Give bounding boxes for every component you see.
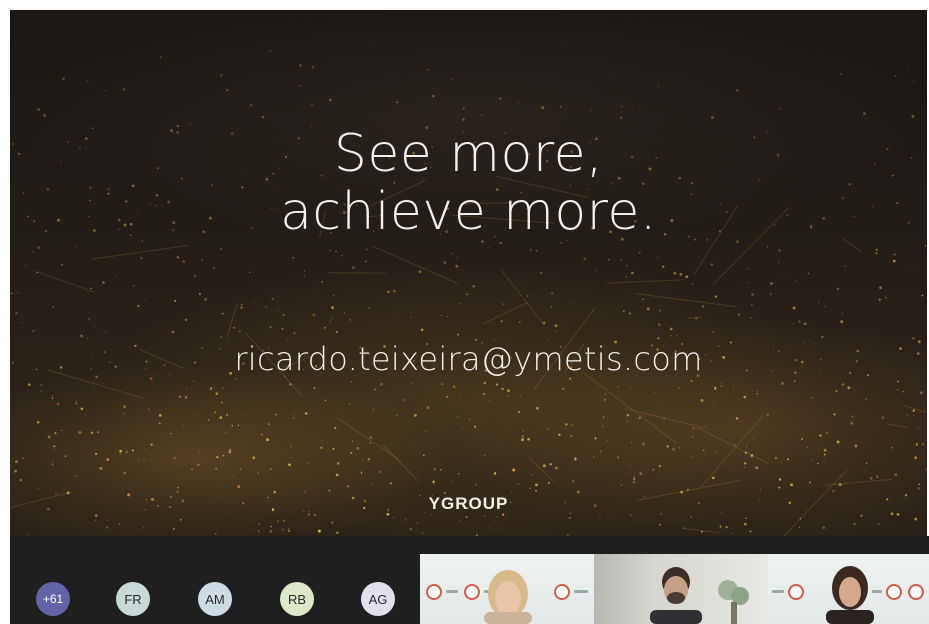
participant-avatar-rb[interactable]: RB (280, 582, 314, 616)
participant-video-person (650, 567, 702, 624)
participant-avatars: +61 FR AM RB AG (10, 536, 420, 624)
participant-avatar-fr[interactable]: FR (116, 582, 150, 616)
slide-headline: See more, achieve more. (10, 125, 927, 241)
video-tile[interactable] (420, 554, 594, 624)
headline-line-1: See more, (333, 124, 604, 184)
participant-avatar-ag[interactable]: AG (361, 582, 395, 616)
brand-logo: YGROUP (428, 494, 509, 513)
video-tile[interactable] (768, 554, 929, 624)
plant-decoration (718, 580, 749, 624)
more-participants-button[interactable]: +61 (36, 582, 70, 616)
contact-email: ricardo.teixeira@ymetis.com (234, 340, 703, 378)
city-night-background (10, 50, 927, 536)
shared-presentation-slide: See more, achieve more. ricardo.teixeira… (10, 10, 927, 536)
participant-video-person (484, 570, 532, 624)
participants-strip: +61 FR AM RB AG (10, 536, 929, 624)
video-tile[interactable] (594, 554, 768, 624)
participant-video-person (826, 566, 874, 624)
participant-avatar-am[interactable]: AM (198, 582, 232, 616)
headline-line-2: achieve more. (280, 182, 657, 242)
